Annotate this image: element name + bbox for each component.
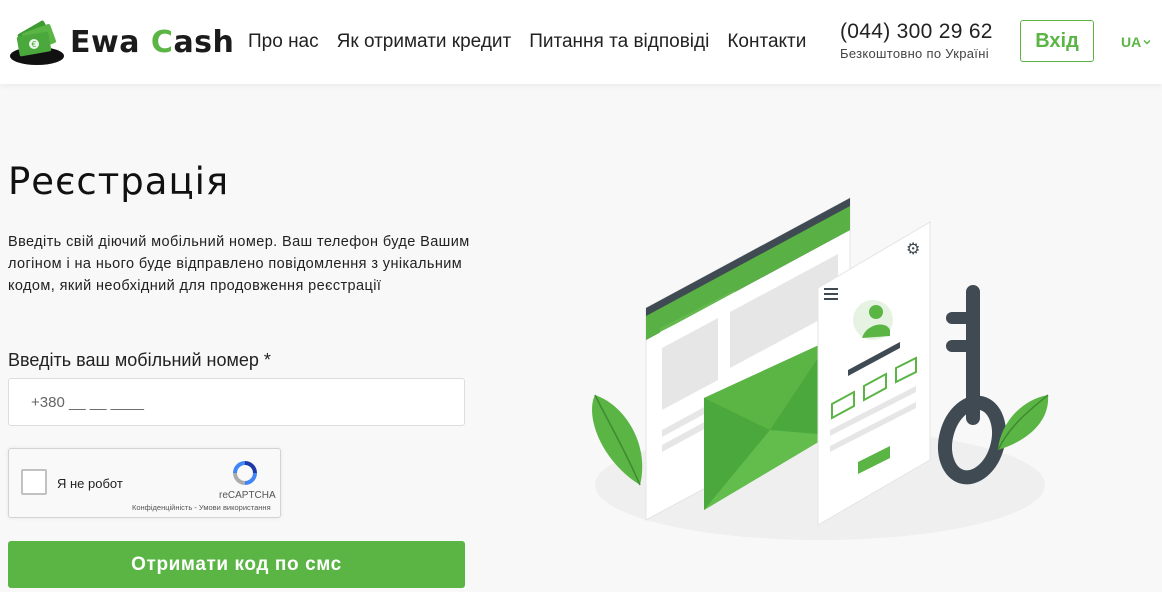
brand-name: Ewa Cash [70,24,235,60]
page-title: Реєстрація [8,160,230,203]
recaptcha-brand: reCAPTCHA [219,490,276,501]
logo[interactable]: € Ewa Cash [8,16,234,68]
nav-link-about[interactable]: Про нас [248,31,319,53]
chevron-down-icon [1143,39,1151,45]
login-button[interactable]: Вхід [1020,20,1094,62]
phone-input[interactable] [8,378,465,426]
nav-link-how-to-get-credit[interactable]: Як отримати кредит [337,31,512,53]
recaptcha-label: Я не робот [57,476,123,491]
recaptcha-widget: Я не робот reCAPTCHA Конфіденційність - … [8,448,281,518]
site-header: € Ewa Cash Про нас Як отримати кредит Пи… [0,0,1162,84]
recaptcha-checkbox[interactable] [21,469,47,495]
phone-number[interactable]: (044) 300 29 62 [840,20,993,44]
svg-text:⚙: ⚙ [906,239,920,258]
phone-subtitle: Безкоштовно по Україні [840,46,989,61]
phone-field-label: Введіть ваш мобільний номер * [8,350,271,370]
recaptcha-logo-icon [233,461,257,485]
contact-block: (044) 300 29 62 Безкоштовно по Україні [840,20,993,61]
language-label: UA [1121,34,1142,50]
money-bills-icon: € [10,20,64,65]
nav-link-contacts[interactable]: Контакти [727,31,806,53]
registration-illustration: ⚙ [592,197,1049,540]
language-switcher[interactable]: UA [1121,34,1151,50]
nav-link-faq[interactable]: Питання та відповіді [529,31,709,53]
page-description: Введіть свій діючий мобільний номер. Ваш… [8,234,470,294]
recaptcha-terms-link[interactable]: Конфіденційність - Умови використання [132,503,271,512]
svg-text:€: € [32,40,37,49]
get-sms-code-button[interactable]: Отримати код по смс [8,541,465,588]
main-nav: Про нас Як отримати кредит Питання та ві… [248,31,806,53]
